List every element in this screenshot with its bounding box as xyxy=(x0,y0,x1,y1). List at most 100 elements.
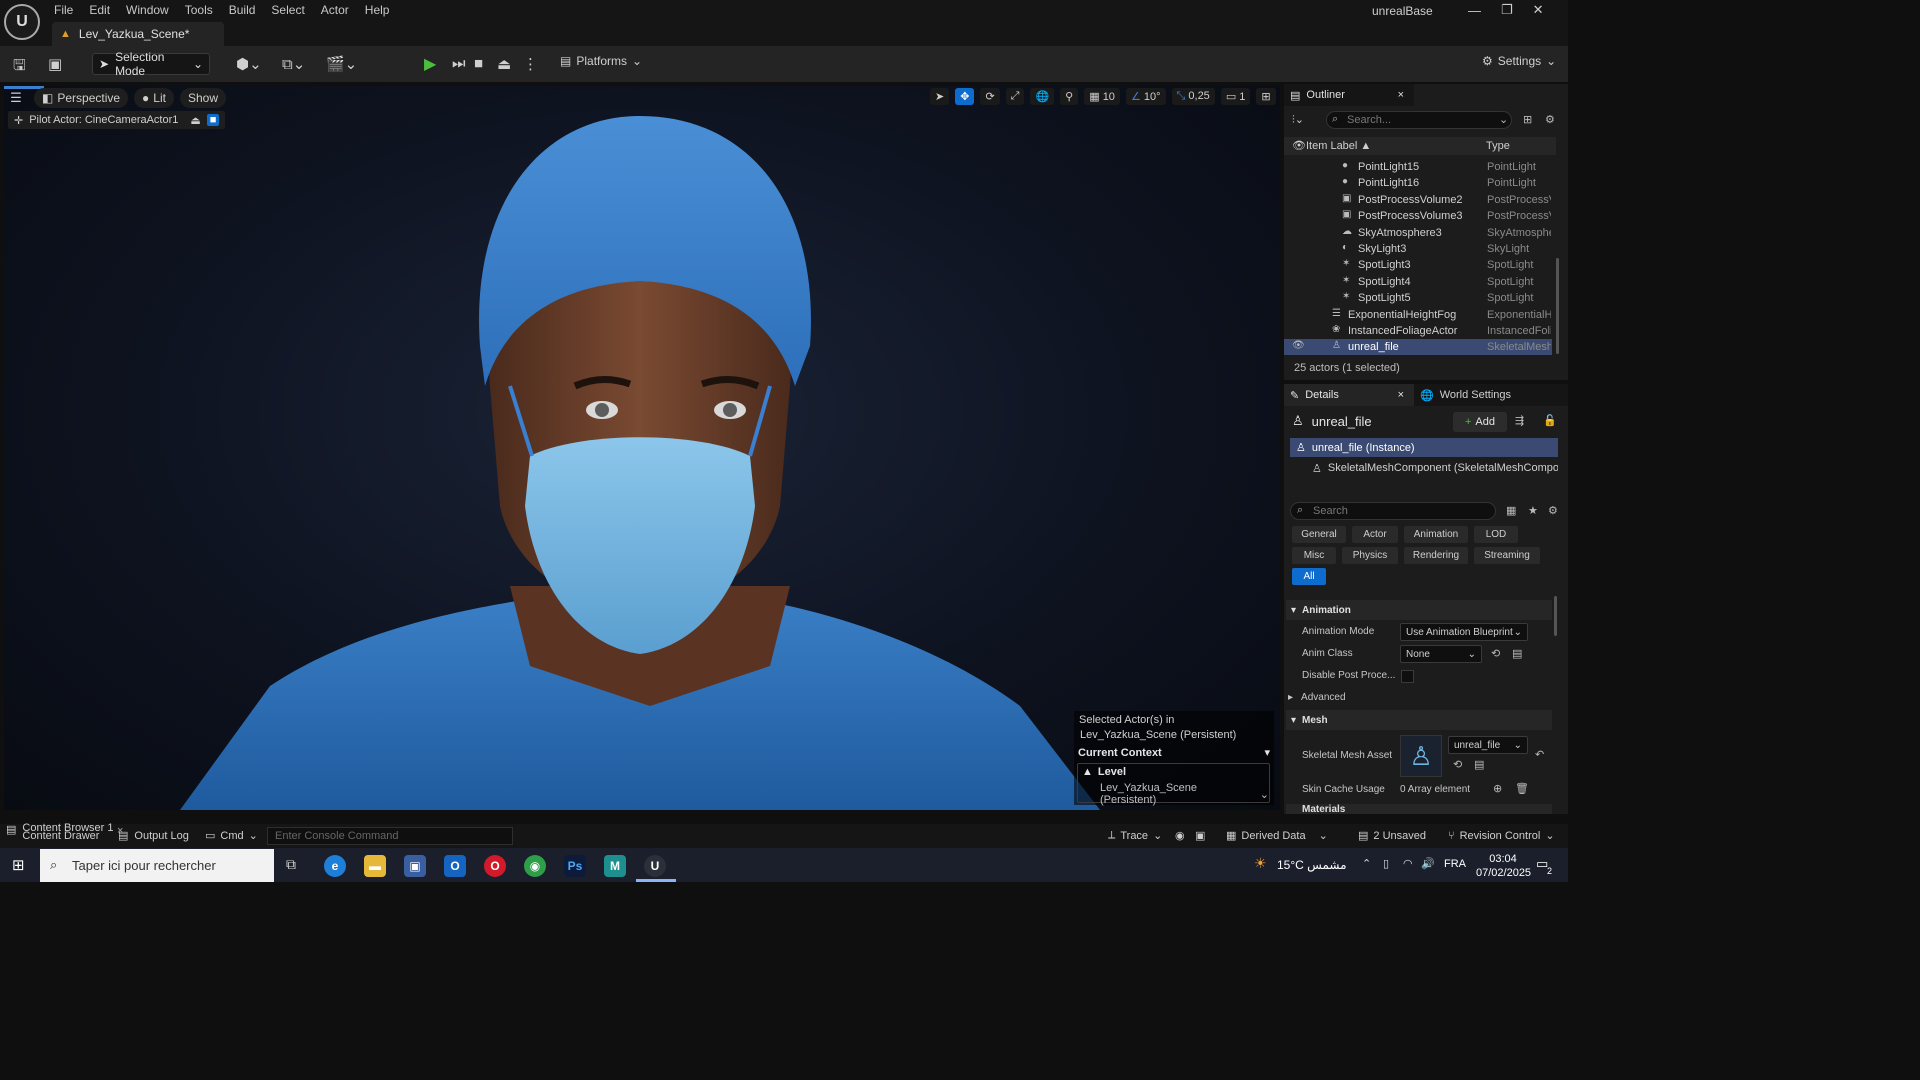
filter-lod[interactable]: LOD xyxy=(1474,526,1518,543)
filter-misc[interactable]: Misc xyxy=(1292,547,1336,564)
star-icon[interactable]: ★ xyxy=(1528,504,1538,517)
rotate-tool-icon[interactable]: ⟳ xyxy=(980,88,1000,105)
add-component-button[interactable]: + Add xyxy=(1453,412,1507,432)
settings-dropdown[interactable]: ⚙ Settings ⌄ xyxy=(1482,54,1556,68)
outliner-row[interactable]: ◐ SkyLight3 SkyLight xyxy=(1284,241,1552,257)
outliner-row[interactable]: ▣ PostProcessVolume2 PostProcessV xyxy=(1284,192,1552,208)
minimize-icon[interactable]: — xyxy=(1468,3,1481,18)
add-element-icon[interactable]: ⊕ xyxy=(1493,782,1502,795)
selection-mode-dropdown[interactable]: ➤ Selection Mode ⌄ xyxy=(92,50,210,78)
filter-physics[interactable]: Physics xyxy=(1342,547,1398,564)
volume-icon[interactable]: 🔊 xyxy=(1421,857,1435,870)
translate-tool-icon[interactable]: ✥ xyxy=(955,88,975,105)
windows-start-icon[interactable]: ⊞ xyxy=(12,856,25,874)
outliner-row[interactable]: ● PointLight16 PointLight xyxy=(1284,175,1552,191)
use-selected-icon[interactable]: ⟲ xyxy=(1491,647,1500,660)
use-selected-icon[interactable]: ⟲ xyxy=(1453,758,1462,771)
filter-streaming[interactable]: Streaming xyxy=(1474,547,1540,564)
perspective-button[interactable]: ◧ Perspective xyxy=(34,88,129,108)
language-indicator[interactable]: FRA xyxy=(1444,858,1466,870)
filter-all[interactable]: All xyxy=(1292,568,1326,585)
trash-icon[interactable]: 🗑 xyxy=(1515,782,1529,795)
filter-rendering[interactable]: Rendering xyxy=(1404,547,1468,564)
edge-icon[interactable]: e xyxy=(324,855,346,877)
disable-post-checkbox[interactable] xyxy=(1401,670,1414,683)
world-space-icon[interactable]: 🌐 xyxy=(1030,88,1055,105)
close-icon[interactable]: ✕ xyxy=(1533,2,1544,18)
filter-general[interactable]: General xyxy=(1292,526,1346,543)
filter-actor[interactable]: Actor xyxy=(1352,526,1398,543)
file-explorer-icon[interactable]: ▬ xyxy=(364,855,386,877)
play-icon[interactable]: ▶ xyxy=(424,54,436,74)
camera-speed-button[interactable]: ▭ 1 xyxy=(1220,88,1251,105)
browse-icon[interactable]: ▤ xyxy=(1474,758,1484,771)
outliner-row[interactable]: ✶ SpotLight5 SpotLight xyxy=(1284,290,1552,306)
outliner-row[interactable]: ☰ ExponentialHeightFog ExponentialHe xyxy=(1284,307,1552,323)
scale-tool-icon[interactable]: ⤢ xyxy=(1005,88,1025,105)
unreal-logo-icon[interactable]: U xyxy=(4,4,40,40)
content-drawer-button[interactable]: ▤ Content Browser 1 Content Drawer xyxy=(6,822,114,842)
chrome-icon[interactable]: ◉ xyxy=(524,855,546,877)
stop-icon[interactable]: ■ xyxy=(474,55,483,72)
outlook-icon[interactable]: O xyxy=(444,855,466,877)
mesh-thumbnail-icon[interactable]: ♙ xyxy=(1400,735,1442,777)
component-instance-row[interactable]: ♙ unreal_file (Instance) xyxy=(1290,438,1558,457)
cmd-dropdown[interactable]: ▭ Cmd ⌄ xyxy=(205,829,258,843)
unreal-engine-icon[interactable]: U xyxy=(644,855,666,877)
unsaved-button[interactable]: ▤ 2 Unsaved xyxy=(1358,829,1426,843)
context-level-dropdown[interactable]: Lev_Yazkua_Scene (Persistent) ⌄ xyxy=(1078,780,1269,806)
menu-file[interactable]: File xyxy=(46,0,81,20)
menu-edit[interactable]: Edit xyxy=(81,0,118,20)
world-settings-tab[interactable]: 🌐 World Settings xyxy=(1420,384,1511,406)
output-log-button[interactable]: ▤ Output Log xyxy=(118,829,189,843)
column-type[interactable]: Type xyxy=(1486,140,1510,152)
close-tab-icon[interactable]: × xyxy=(1398,89,1404,101)
details-scrollbar[interactable] xyxy=(1554,596,1557,636)
lock-icon[interactable]: 🔓 xyxy=(1543,414,1557,427)
camera-lock-icon[interactable]: ■ xyxy=(206,114,220,126)
outliner-scrollbar[interactable] xyxy=(1556,258,1559,354)
restore-icon[interactable]: ❐ xyxy=(1501,2,1513,18)
trace-dropdown[interactable]: ⟂ Trace ⌄ xyxy=(1108,829,1162,842)
tray-chevron-icon[interactable]: ⌃ xyxy=(1362,857,1371,870)
grid-snap-button[interactable]: ▦ 10 xyxy=(1084,88,1120,105)
menu-window[interactable]: Window xyxy=(118,0,177,20)
taskbar-search-input[interactable]: ⌕ Taper ici pour rechercher xyxy=(40,849,274,882)
console-input[interactable]: Enter Console Command xyxy=(267,827,513,845)
level-tab[interactable]: ▲ Lev_Yazkua_Scene* xyxy=(52,22,224,46)
collapse-icon[interactable]: ▾ xyxy=(1264,746,1270,759)
gear-icon[interactable]: ⚙ xyxy=(1545,113,1555,126)
close-tab-icon[interactable]: × xyxy=(1398,389,1404,401)
viewport-layout-icon[interactable]: ⊞ xyxy=(1256,88,1276,105)
clock[interactable]: 03:04 07/02/2025 xyxy=(1476,852,1531,880)
content-browser-icon[interactable]: ▣ xyxy=(48,55,62,73)
more-options-icon[interactable]: ⋮ xyxy=(523,55,538,73)
weather-text[interactable]: 15°C مشمس xyxy=(1277,858,1347,872)
outliner-tab[interactable]: ▤ Outliner × xyxy=(1284,84,1414,106)
anim-class-dropdown[interactable]: None ⌄ xyxy=(1400,645,1482,663)
menu-select[interactable]: Select xyxy=(263,0,312,20)
photoshop-icon[interactable]: Ps xyxy=(564,855,586,877)
outliner-row[interactable]: 👁 ♙ unreal_file SkeletalMesh xyxy=(1284,339,1552,356)
task-view-icon[interactable]: ⧉ xyxy=(286,856,296,873)
add-actor-icon[interactable]: ⬢⌄ xyxy=(236,55,262,73)
metahuman-icon[interactable]: M xyxy=(604,855,626,877)
hamburger-menu-icon[interactable]: ☰ xyxy=(4,90,28,106)
add-folder-icon[interactable]: ⊞ xyxy=(1523,113,1532,126)
advanced-toggle[interactable]: ▸ Advanced xyxy=(1288,692,1346,703)
outliner-row[interactable]: ● PointLight15 PointLight xyxy=(1284,159,1552,175)
filter-animation[interactable]: Animation xyxy=(1404,526,1468,543)
platforms-dropdown[interactable]: ▤ Platforms ⌄ xyxy=(560,54,642,68)
blueprint-convert-icon[interactable]: ⇶ xyxy=(1515,414,1524,427)
menu-help[interactable]: Help xyxy=(357,0,398,20)
reset-icon[interactable]: ↶ xyxy=(1535,748,1544,761)
section-mesh[interactable]: ▾ Mesh xyxy=(1286,710,1552,730)
wifi-icon[interactable]: ◠ xyxy=(1403,857,1413,870)
table-view-icon[interactable]: ▦ xyxy=(1506,504,1516,517)
opera-icon[interactable]: O xyxy=(484,855,506,877)
outliner-row[interactable]: ☁ SkyAtmosphere3 SkyAtmosphe xyxy=(1284,225,1552,241)
details-tab[interactable]: ✎ Details × xyxy=(1284,384,1414,406)
anim-mode-dropdown[interactable]: Use Animation Blueprint ⌄ xyxy=(1400,623,1528,641)
outliner-search-input[interactable]: ⌕ Search... xyxy=(1326,111,1512,129)
weather-icon[interactable]: ☀ xyxy=(1254,855,1267,872)
